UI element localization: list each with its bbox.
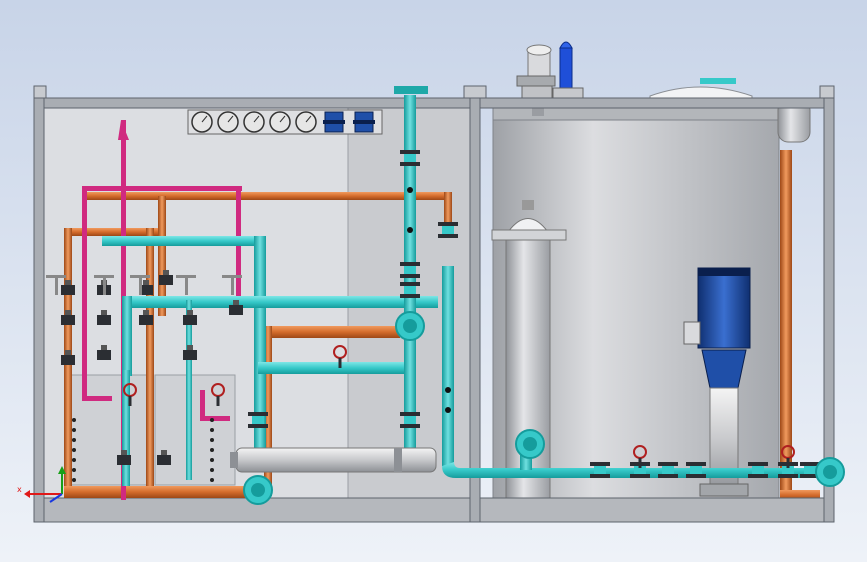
pressure-gauge-icon <box>269 111 291 133</box>
instrument-tap <box>445 387 451 393</box>
skid-elevation-drawing: x <box>0 0 867 562</box>
panel-bolt <box>210 428 214 432</box>
blue-valve-icon <box>353 111 375 133</box>
pressure-gauge-icon <box>191 111 213 133</box>
pressure-gauge-icon <box>295 111 317 133</box>
flange-connector <box>815 457 845 487</box>
instrument-tap <box>407 227 413 233</box>
flange-connector <box>243 475 273 505</box>
panel-bolt <box>72 458 76 462</box>
panel-bolt <box>72 428 76 432</box>
cad-viewport[interactable]: x <box>0 0 867 562</box>
pressure-gauge-icon <box>243 111 265 133</box>
panel-bolt <box>72 448 76 452</box>
flange-connector <box>515 429 545 459</box>
instrument-tap <box>407 187 413 193</box>
inline-heater <box>230 447 437 473</box>
instrument-tap <box>445 407 451 413</box>
panel-bolt <box>210 418 214 422</box>
panel-bolt <box>210 448 214 452</box>
panel-bolt <box>210 458 214 462</box>
panel-bolt <box>72 418 76 422</box>
blue-valve-icon <box>323 111 345 133</box>
panel-bolt <box>210 468 214 472</box>
pressure-gauge-icon <box>217 111 239 133</box>
flange-connector <box>395 311 425 341</box>
panel-bolt <box>72 468 76 472</box>
panel-bolt <box>210 438 214 442</box>
panel-bolt <box>72 478 76 482</box>
panel-bolt <box>72 438 76 442</box>
left-module-plate <box>65 374 153 486</box>
pressure-gauge-panel <box>187 109 383 135</box>
panel-bolt <box>210 478 214 482</box>
svg-text:x: x <box>17 485 22 494</box>
